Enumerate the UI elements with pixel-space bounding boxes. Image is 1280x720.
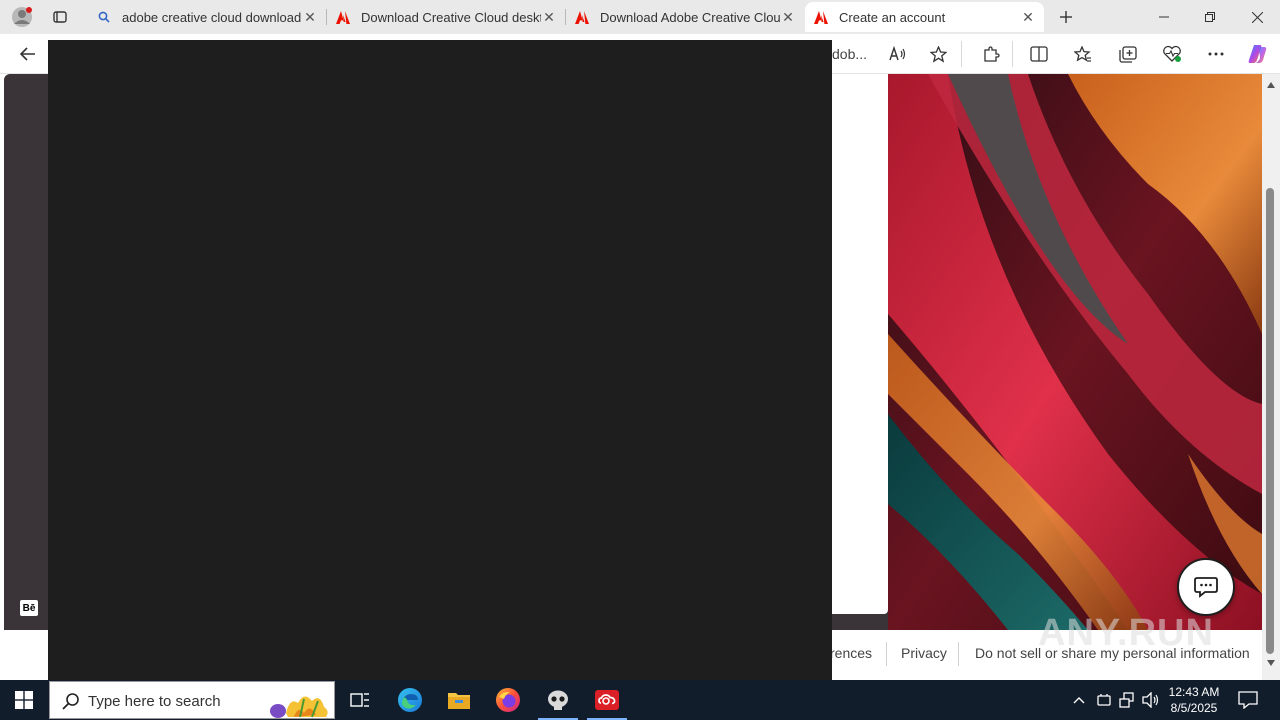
anyrun-watermark: ANY.RUN xyxy=(1038,612,1214,654)
tab-create-account[interactable]: Create an account ✕ xyxy=(805,2,1044,32)
creative-cloud-icon xyxy=(595,690,619,710)
read-aloud-button[interactable] xyxy=(882,38,914,70)
scroll-down-icon[interactable] xyxy=(1267,660,1275,666)
folder-icon xyxy=(448,693,470,709)
taskbar-app-tool[interactable] xyxy=(534,680,582,720)
clock-time: 12:43 AM xyxy=(1168,685,1220,699)
footer-link-privacy[interactable]: Privacy xyxy=(901,645,947,661)
copilot-button[interactable] xyxy=(1242,38,1274,70)
back-button[interactable] xyxy=(12,38,44,70)
close-tab-icon[interactable]: ✕ xyxy=(541,9,557,26)
close-tab-icon[interactable]: ✕ xyxy=(302,9,318,26)
windows-logo-icon xyxy=(15,691,33,709)
search-icon xyxy=(62,693,79,710)
close-tab-icon[interactable]: ✕ xyxy=(780,9,796,26)
task-view-button[interactable] xyxy=(336,680,384,720)
taskbar-search-box[interactable]: Type here to search xyxy=(49,681,335,719)
chat-bubble-icon xyxy=(1194,577,1218,598)
restore-button[interactable] xyxy=(1187,0,1233,34)
tray-device-icon[interactable] xyxy=(1094,690,1114,710)
collections-icon xyxy=(1119,45,1137,63)
search-icon xyxy=(96,9,112,25)
split-screen-icon xyxy=(1030,46,1048,62)
windows-taskbar: Type here to search 12:43 AM 8/5/2025 xyxy=(0,680,1280,720)
browser-tab-strip: adobe creative cloud download - ✕ Downlo… xyxy=(0,0,1280,34)
scroll-thumb[interactable] xyxy=(1266,188,1274,654)
new-tab-button[interactable] xyxy=(1050,2,1082,32)
tab-download-cc-desktop[interactable]: Download Creative Cloud desktop ✕ xyxy=(327,2,565,32)
toolbar-divider xyxy=(1012,41,1013,67)
tab-actions-button[interactable] xyxy=(44,2,76,32)
taskbar-firefox[interactable] xyxy=(484,680,532,720)
footer-link-cookie-preferences[interactable]: rences xyxy=(830,645,872,661)
blank-dark-window[interactable] xyxy=(48,40,832,680)
plus-icon xyxy=(1060,11,1072,23)
favorites-button[interactable] xyxy=(1067,38,1099,70)
collections-button[interactable] xyxy=(1112,38,1144,70)
read-aloud-icon xyxy=(889,46,906,61)
footer-divider xyxy=(886,642,887,666)
close-tab-icon[interactable]: ✕ xyxy=(1020,9,1036,26)
adobe-icon xyxy=(574,9,590,25)
copilot-icon xyxy=(1248,45,1267,63)
heart-pulse-icon xyxy=(1163,45,1181,62)
task-view-icon xyxy=(350,693,369,707)
split-screen-button[interactable] xyxy=(1023,38,1055,70)
scroll-up-icon[interactable] xyxy=(1267,82,1275,88)
minimize-button[interactable] xyxy=(1141,0,1187,34)
profile-avatar[interactable] xyxy=(6,2,38,32)
back-arrow-icon xyxy=(20,47,35,61)
minimize-icon xyxy=(1159,16,1169,18)
notifications-icon[interactable] xyxy=(1237,690,1259,710)
address-bar-text[interactable]: dob... xyxy=(832,46,867,62)
toolbar-divider xyxy=(961,41,962,67)
star-add-icon xyxy=(929,45,947,63)
adobe-icon xyxy=(335,9,351,25)
restore-icon xyxy=(1205,12,1215,22)
edge-icon xyxy=(398,688,422,712)
firefox-icon xyxy=(496,688,520,712)
browser-essentials-button[interactable] xyxy=(1156,38,1188,70)
search-placeholder: Type here to search xyxy=(88,693,221,710)
puzzle-icon xyxy=(984,46,1000,62)
tab-download-adobe-cc[interactable]: Download Adobe Creative Cloud ✕ xyxy=(566,2,804,32)
close-window-button[interactable] xyxy=(1234,0,1280,34)
taskbar-edge[interactable] xyxy=(386,680,434,720)
tab-search[interactable]: adobe creative cloud download - ✕ xyxy=(88,2,326,32)
start-button[interactable] xyxy=(0,680,48,720)
taskbar-creative-cloud[interactable] xyxy=(583,680,631,720)
skull-app-icon xyxy=(548,690,568,710)
tab-title: Download Adobe Creative Cloud xyxy=(600,9,780,25)
abstract-artwork-image xyxy=(888,74,1262,630)
adobe-icon xyxy=(813,9,829,25)
favorite-star-button[interactable] xyxy=(922,38,954,70)
settings-more-button[interactable] xyxy=(1200,38,1232,70)
tab-title: Create an account xyxy=(839,9,946,25)
close-icon xyxy=(1251,11,1263,23)
taskbar-file-explorer[interactable] xyxy=(435,680,483,720)
tab-title: Download Creative Cloud desktop xyxy=(361,9,541,25)
clock-date: 8/5/2025 xyxy=(1170,701,1218,715)
profile-icon xyxy=(12,7,32,27)
tray-volume-icon[interactable] xyxy=(1141,690,1161,710)
chat-support-button[interactable] xyxy=(1177,558,1235,616)
search-highlight-illustration xyxy=(270,696,328,718)
taskbar-clock[interactable]: 12:43 AM 8/5/2025 xyxy=(1166,684,1222,716)
more-dots-icon xyxy=(1208,52,1224,56)
footer-divider xyxy=(958,642,959,666)
tab-actions-icon xyxy=(53,11,67,23)
page-scrollbar[interactable] xyxy=(1262,74,1280,680)
extensions-button[interactable] xyxy=(975,38,1007,70)
behance-logo: Bē xyxy=(20,600,38,616)
tray-overflow-chevron-icon[interactable] xyxy=(1069,690,1089,710)
tray-network-icon[interactable] xyxy=(1117,690,1137,710)
tab-title: adobe creative cloud download - xyxy=(122,9,302,25)
favorites-icon xyxy=(1074,45,1091,62)
